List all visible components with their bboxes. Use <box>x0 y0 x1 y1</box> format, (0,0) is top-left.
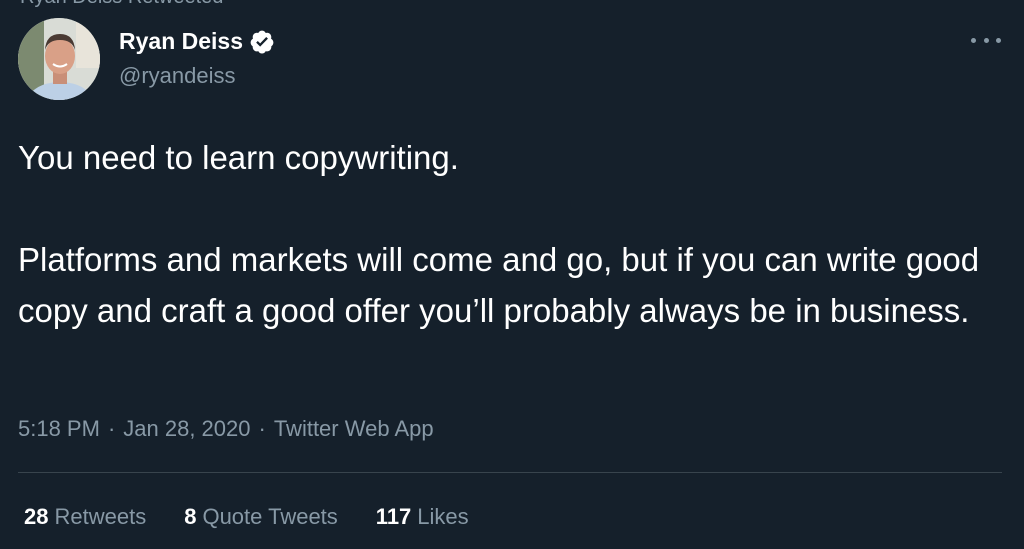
tweet-paragraph: You need to learn copywriting. <box>18 139 459 176</box>
quote-tweets-stat[interactable]: 8 Quote Tweets <box>184 504 338 530</box>
tweet-paragraph: Platforms and markets will come and go, … <box>18 241 980 329</box>
author-handle[interactable]: @ryandeiss <box>119 63 236 89</box>
verified-badge-icon <box>250 30 274 53</box>
likes-stat[interactable]: 117 Likes <box>376 504 469 530</box>
divider <box>18 472 1002 473</box>
tweet-date[interactable]: Jan 28, 2020 <box>123 416 250 442</box>
meta-separator: · <box>258 416 266 441</box>
author-name[interactable]: Ryan Deiss <box>119 28 243 55</box>
author-row[interactable]: Ryan Deiss <box>119 28 275 55</box>
retweeted-context: Ryan Deiss Retweeted <box>20 0 223 9</box>
avatar[interactable] <box>18 18 100 100</box>
tweet-stats: 28 Retweets 8 Quote Tweets 117 Likes <box>24 504 469 530</box>
retweets-label: Retweets <box>54 504 147 529</box>
quote-tweets-label: Quote Tweets <box>202 504 338 529</box>
retweets-count: 28 <box>24 504 49 529</box>
tweet-time[interactable]: 5:18 PM <box>18 416 100 442</box>
tweet-text: You need to learn copywriting. Platforms… <box>18 132 998 336</box>
avatar-photo <box>18 18 100 100</box>
retweets-stat[interactable]: 28 Retweets <box>24 504 146 530</box>
more-options-icon[interactable] <box>968 28 1004 52</box>
tweet-source[interactable]: Twitter Web App <box>274 416 434 442</box>
meta-separator: · <box>107 416 116 441</box>
likes-label: Likes <box>417 504 469 529</box>
tweet-meta: 5:18 PM · Jan 28, 2020 · Twitter Web App <box>18 416 434 442</box>
quote-tweets-count: 8 <box>184 504 197 529</box>
likes-count: 117 <box>375 504 412 529</box>
